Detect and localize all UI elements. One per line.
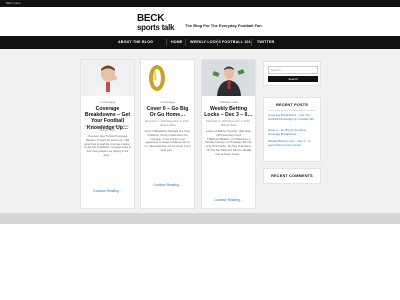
recent-posts-title: RECENT POSTS xyxy=(276,103,308,107)
post-category-label: Coverages xyxy=(161,100,176,104)
nav-item-twitter[interactable]: TWITTER xyxy=(257,36,274,49)
post-category[interactable]: ▪ Coverages xyxy=(81,100,134,104)
recent-comments-widget: RECENT COMMENTS xyxy=(263,168,321,184)
top-bar-text: Main menu xyxy=(6,1,21,5)
recent-post-link[interactable]: Coverage Breakdowns – Get Your Football … xyxy=(268,113,318,122)
footer-band xyxy=(0,213,400,224)
post-meta: December 3, 2020 December 3, 2020 · Jack… xyxy=(85,125,130,132)
post-meta: December 2, 2020 December 2, 2020 · Jack… xyxy=(206,120,251,127)
top-bar: Main menu xyxy=(0,0,400,7)
continue-reading-link[interactable]: Continue Reading… xyxy=(202,198,255,202)
nav-divider xyxy=(217,39,218,46)
nav-divider xyxy=(185,39,186,46)
post-excerpt: Overview: How To Read Coverage Rotation.… xyxy=(84,135,131,157)
nav-divider xyxy=(251,39,252,46)
continue-reading-link[interactable]: Continue Reading… xyxy=(81,189,134,193)
post-category[interactable]: ▪ Weekly Locks xyxy=(202,100,255,104)
post-excerpt: Locks Lol Betting Thursday: Utah State +… xyxy=(205,130,252,156)
widget-divider xyxy=(268,110,316,111)
nav-item-about[interactable]: ABOUT THE BLOG xyxy=(118,36,153,49)
main-nav: ABOUT THE BLOG HOME WEEKLY LOCKS FOOTBAL… xyxy=(0,36,400,49)
post-category-label: Weekly Locks xyxy=(220,100,238,104)
post-thumbnail[interactable] xyxy=(202,60,255,96)
search-input[interactable]: Search … xyxy=(268,66,318,74)
post-card: ▪ Coverages Coverage Breakdowns – Get Yo… xyxy=(80,59,135,209)
nav-item-home[interactable]: HOME xyxy=(171,36,183,49)
post-excerpt: Cover 0 Breakdown Example of a cover 0 d… xyxy=(144,130,191,152)
post-card: ▪ Weekly Locks Weekly Betting Locks – De… xyxy=(201,59,256,209)
nav-divider xyxy=(166,39,167,46)
nav-item-football-101[interactable]: FOOTBALL 101 xyxy=(222,36,251,49)
post-thumbnail[interactable] xyxy=(81,60,134,96)
post-title[interactable]: Weekly Betting Locks – Dec 3 – 6… xyxy=(204,106,253,118)
recent-post-link[interactable]: Weekly Betting Locks – Dec 3 – 6 – Last … xyxy=(268,139,318,148)
search-widget: Search … Search xyxy=(263,61,321,86)
continue-reading-link[interactable]: Continue Reading… xyxy=(141,183,194,187)
logo-line-2: sports talk xyxy=(137,23,175,32)
post-category[interactable]: ▪ Coverages xyxy=(141,100,194,104)
post-category-label: Coverages xyxy=(101,100,116,104)
recent-post-link[interactable]: Cover 0 – Go Big Or Go Home: Coverage Br… xyxy=(268,128,318,137)
recent-comments-title: RECENT COMMENTS xyxy=(271,174,313,178)
site-header: BECK sports talk The Blog For The Everyd… xyxy=(0,7,400,36)
search-button[interactable]: Search xyxy=(268,76,318,82)
main-content: ▪ Coverages Coverage Breakdowns – Get Yo… xyxy=(0,49,400,213)
post-meta: December 2, 2020 December 2, 2020 · Jack… xyxy=(145,120,190,127)
post-card: ▪ Coverages Cover 0 – Go Big Or Go Home…… xyxy=(140,59,195,209)
site-logo[interactable]: BECK sports talk xyxy=(137,14,181,33)
recent-posts-widget: RECENT POSTS Coverage Breakdowns – Get Y… xyxy=(263,97,321,162)
post-thumbnail[interactable] xyxy=(141,60,194,96)
site-tagline: The Blog For The Everyday Football Fan xyxy=(185,23,262,28)
page-bottom xyxy=(0,224,400,300)
post-title[interactable]: Cover 0 – Go Big Or Go Home… xyxy=(143,106,192,118)
